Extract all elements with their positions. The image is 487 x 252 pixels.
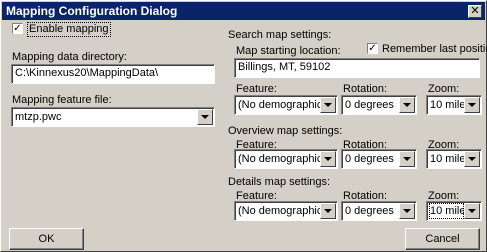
search-section-label: Search map settings: bbox=[228, 29, 332, 41]
overview-feature-select[interactable]: (No demographic fe bbox=[234, 149, 338, 169]
overview-rotation-select[interactable]: 0 degrees bbox=[341, 149, 417, 169]
chevron-down-icon[interactable] bbox=[399, 203, 415, 219]
feature-file-label: Mapping feature file: bbox=[12, 94, 112, 106]
enable-mapping-label[interactable]: Enable mapping bbox=[27, 22, 111, 37]
chevron-down-icon[interactable] bbox=[320, 203, 336, 219]
start-location-label: Map starting location: bbox=[236, 45, 341, 57]
data-directory-input[interactable]: C:\Kinnexus20\MappingData\ bbox=[11, 64, 215, 84]
chevron-down-icon[interactable] bbox=[464, 151, 480, 167]
overview-feature-value: (No demographic fe bbox=[238, 153, 320, 165]
search-rotation-value: 0 degrees bbox=[345, 99, 394, 111]
chevron-down-icon[interactable] bbox=[464, 203, 480, 219]
overview-section-label: Overview map settings: bbox=[228, 125, 343, 137]
search-feature-value: (No demographic fe bbox=[238, 99, 320, 111]
remember-position-label: Remember last position bbox=[382, 43, 487, 55]
check-icon: ✓ bbox=[13, 23, 22, 34]
details-rotation-value: 0 degrees bbox=[345, 205, 394, 217]
details-zoom-select[interactable]: 10 miles bbox=[426, 201, 482, 221]
mapping-config-dialog: Mapping Configuration Dialog ✕ ✓ Enable … bbox=[0, 0, 487, 252]
details-feature-select[interactable]: (No demographic fe bbox=[234, 201, 338, 221]
title-bar[interactable]: Mapping Configuration Dialog ✕ bbox=[2, 2, 485, 20]
details-zoom-value: 10 miles bbox=[429, 203, 464, 219]
feature-file-value: mtzp.pwc bbox=[15, 111, 62, 123]
ok-button[interactable]: OK bbox=[9, 228, 84, 250]
chevron-down-icon[interactable] bbox=[320, 151, 336, 167]
chevron-down-icon[interactable] bbox=[399, 151, 415, 167]
close-icon: ✕ bbox=[470, 5, 480, 17]
cancel-button[interactable]: Cancel bbox=[405, 228, 480, 250]
dialog-title: Mapping Configuration Dialog bbox=[6, 4, 178, 18]
feature-file-select[interactable]: mtzp.pwc bbox=[11, 107, 215, 127]
search-feature-select[interactable]: (No demographic fe bbox=[234, 95, 338, 115]
details-rotation-select[interactable]: 0 degrees bbox=[341, 201, 417, 221]
enable-mapping-checkbox[interactable]: ✓ bbox=[12, 23, 23, 34]
chevron-down-icon[interactable] bbox=[197, 109, 213, 125]
overview-rotation-value: 0 degrees bbox=[345, 153, 394, 165]
data-directory-label: Mapping data directory: bbox=[12, 51, 127, 63]
chevron-down-icon[interactable] bbox=[320, 97, 336, 113]
close-button[interactable]: ✕ bbox=[468, 5, 482, 18]
search-zoom-value: 10 miles bbox=[430, 99, 464, 111]
details-feature-value: (No demographic fe bbox=[238, 205, 320, 217]
start-location-input[interactable]: Billings, MT, 59102 bbox=[234, 58, 480, 78]
search-zoom-select[interactable]: 10 miles bbox=[426, 95, 482, 115]
check-icon: ✓ bbox=[368, 43, 377, 54]
search-rotation-select[interactable]: 0 degrees bbox=[341, 95, 417, 115]
overview-zoom-select[interactable]: 10 miles bbox=[426, 149, 482, 169]
remember-position-checkbox[interactable]: ✓ bbox=[367, 43, 378, 54]
overview-zoom-value: 10 miles bbox=[430, 153, 464, 165]
chevron-down-icon[interactable] bbox=[399, 97, 415, 113]
chevron-down-icon[interactable] bbox=[464, 97, 480, 113]
details-section-label: Details map settings: bbox=[228, 176, 331, 188]
